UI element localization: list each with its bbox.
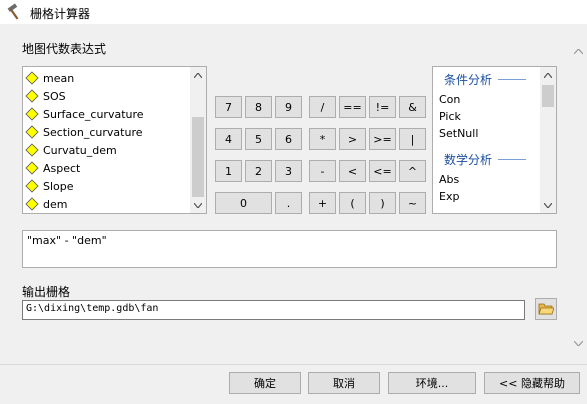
keypad-button[interactable]: ^: [399, 160, 426, 182]
divider: [0, 364, 587, 365]
function-item[interactable]: Pick: [439, 110, 461, 123]
keypad-button[interactable]: 4: [215, 128, 242, 150]
layer-name: Slope: [43, 179, 74, 193]
layer-name: Surface_curvature: [43, 107, 144, 121]
main-panel: 地图代数表达式 mean SOS Surface_curvature Section_…: [0, 24, 587, 364]
keypad-button[interactable]: 5: [245, 128, 272, 150]
ok-button[interactable]: 确定: [229, 372, 301, 394]
keypad-button[interactable]: &: [399, 96, 426, 118]
scroll-down-icon[interactable]: [573, 336, 584, 349]
keypad-button[interactable]: 0: [215, 192, 272, 214]
layer-name: Section_curvature: [43, 125, 143, 139]
keypad-button[interactable]: -: [309, 160, 336, 182]
layer-item[interactable]: SOS: [25, 87, 189, 105]
keypad-button[interactable]: *: [309, 128, 336, 150]
keypad-button[interactable]: 9: [275, 96, 302, 118]
layer-item[interactable]: mean: [25, 69, 189, 87]
scroll-up-icon[interactable]: [190, 67, 206, 83]
function-group-title: 条件分析: [443, 72, 492, 87]
layer-item[interactable]: Slope: [25, 177, 189, 195]
layer-list[interactable]: mean SOS Surface_curvature Section_curvatur…: [22, 66, 207, 214]
keypad-button[interactable]: 3: [275, 160, 302, 182]
raster-layer-icon: [25, 143, 39, 157]
keypad-button[interactable]: .: [275, 192, 302, 214]
raster-layer-icon: [25, 107, 39, 121]
keypad-button[interactable]: <=: [369, 160, 396, 182]
form-scrollbar[interactable]: [569, 24, 587, 364]
layer-name: mean: [43, 71, 75, 85]
function-group-heading: 数学分析: [433, 149, 537, 169]
function-group-heading: 条件分析: [433, 69, 537, 89]
window-title: 栅格计算器: [30, 7, 91, 21]
function-list[interactable]: 条件分析 Con Pick SetNull 数学分析 Abs Exp: [432, 66, 557, 214]
keypad-button[interactable]: 6: [275, 128, 302, 150]
layer-list-scroll-thumb[interactable]: [192, 117, 204, 197]
title-bar: 栅格计算器: [0, 0, 587, 24]
raster-layer-icon: [25, 125, 39, 139]
keypad-button[interactable]: +: [309, 192, 336, 214]
scroll-up-icon[interactable]: [540, 67, 556, 83]
output-raster-label: 输出栅格: [22, 285, 71, 299]
divider: [498, 158, 526, 160]
keypad-button[interactable]: 1: [215, 160, 242, 182]
output-raster-input[interactable]: G:\dixing\temp.gdb\fan: [22, 300, 525, 320]
keypad-button[interactable]: 2: [245, 160, 272, 182]
keypad-button[interactable]: 7: [215, 96, 242, 118]
raster-layer-icon: [25, 179, 39, 193]
keypad-button[interactable]: /: [309, 96, 336, 118]
hammer-icon: [7, 3, 19, 20]
layer-name: Aspect: [43, 161, 81, 175]
layer-item[interactable]: Section_curvature: [25, 123, 189, 141]
function-list-scroll-thumb[interactable]: [542, 85, 554, 107]
function-item[interactable]: Exp: [439, 190, 459, 203]
browse-button[interactable]: [535, 298, 557, 320]
function-item[interactable]: Con: [439, 93, 460, 106]
raster-layer-icon: [25, 197, 39, 211]
scroll-down-icon[interactable]: [190, 197, 206, 213]
folder-open-icon: [538, 303, 554, 315]
keypad-button[interactable]: <: [339, 160, 366, 182]
expression-textbox[interactable]: "max" - "dem": [22, 230, 557, 268]
keypad-button[interactable]: 8: [245, 96, 272, 118]
keypad-button[interactable]: ==: [339, 96, 366, 118]
keypad-button[interactable]: (: [339, 192, 366, 214]
keypad-button[interactable]: |: [399, 128, 426, 150]
layer-item[interactable]: Aspect: [25, 159, 189, 177]
dialog-button-bar: 确定 取消 环境... << 隐藏帮助: [0, 364, 587, 404]
raster-layer-icon: [25, 161, 39, 175]
layer-name: Curvatu_dem: [43, 143, 117, 157]
layer-item[interactable]: dem: [25, 195, 189, 213]
raster-layer-icon: [25, 71, 39, 85]
environments-button[interactable]: 环境...: [388, 372, 476, 394]
keypad-button[interactable]: >: [339, 128, 366, 150]
function-item[interactable]: Abs: [439, 173, 459, 186]
hide-help-button[interactable]: << 隐藏帮助: [484, 372, 580, 394]
layer-name: dem: [43, 197, 68, 211]
divider: [498, 78, 526, 80]
scroll-up-icon[interactable]: [573, 44, 584, 57]
cancel-button[interactable]: 取消: [308, 372, 380, 394]
raster-layer-icon: [25, 89, 39, 103]
keypad-button[interactable]: ): [369, 192, 396, 214]
layer-list-scrollbar[interactable]: [190, 67, 206, 213]
function-item[interactable]: SetNull: [439, 127, 478, 140]
layer-name: SOS: [43, 89, 66, 103]
keypad-button[interactable]: !=: [369, 96, 396, 118]
keypad-button[interactable]: >=: [369, 128, 396, 150]
function-group-title: 数学分析: [443, 152, 492, 167]
layer-item[interactable]: Curvatu_dem: [25, 141, 189, 159]
map-algebra-label: 地图代数表达式: [22, 42, 107, 56]
function-list-scrollbar[interactable]: [540, 67, 556, 213]
scroll-down-icon[interactable]: [540, 197, 556, 213]
keypad-button[interactable]: ~: [399, 192, 426, 214]
layer-item[interactable]: Surface_curvature: [25, 105, 189, 123]
